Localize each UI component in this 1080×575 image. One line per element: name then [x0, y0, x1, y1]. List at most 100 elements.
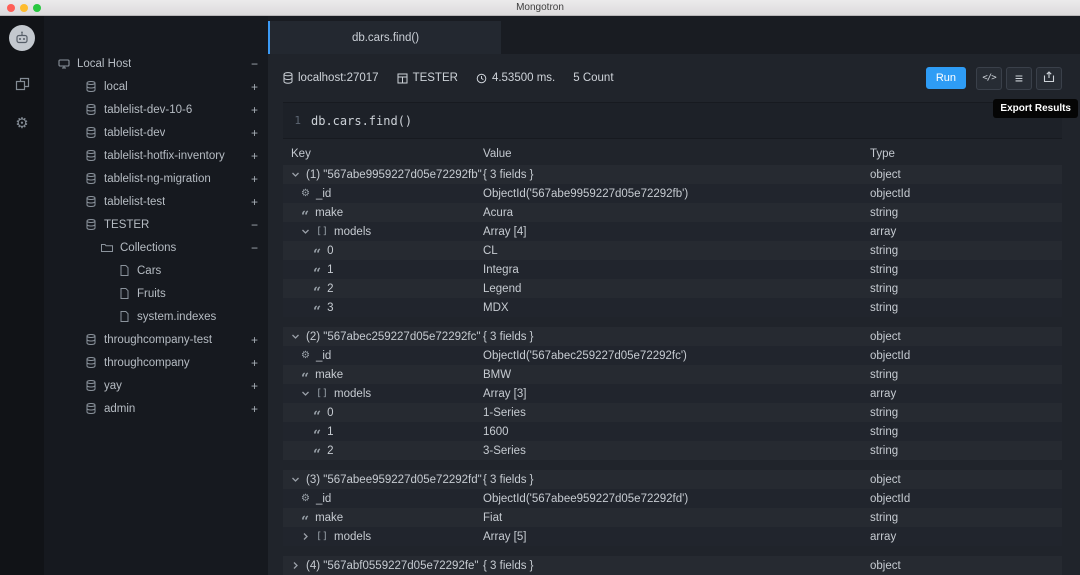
type-cell: objectId: [870, 349, 911, 362]
tree-item-collections[interactable]: Collections −: [44, 236, 268, 259]
database-icon: [84, 357, 98, 368]
result-row[interactable]: [] models Array [5] array: [283, 527, 1062, 546]
tree-item-system-indexes[interactable]: system.indexes: [44, 305, 268, 328]
key-text: _id: [315, 492, 332, 505]
expand-toggle[interactable]: +: [251, 333, 258, 347]
key-text: (3) "567abee959227d05e72292fd": [306, 473, 482, 486]
chevron-right-icon[interactable]: [301, 532, 310, 541]
quote-icon: “: [313, 446, 322, 457]
close-window-button[interactable]: [7, 3, 15, 12]
expand-toggle[interactable]: +: [251, 149, 258, 163]
tree-item-yay[interactable]: yay +: [44, 374, 268, 397]
expand-toggle[interactable]: +: [251, 379, 258, 393]
key-cell: ⚙ _id: [283, 350, 483, 362]
database-icon: [84, 403, 98, 414]
tree-item-throughcompany-test[interactable]: throughcompany-test +: [44, 328, 268, 351]
tree-item-tester[interactable]: TESTER −: [44, 213, 268, 236]
result-row[interactable]: “2 Legend string: [283, 279, 1062, 298]
expand-toggle[interactable]: +: [251, 103, 258, 117]
database-name: TESTER: [397, 72, 458, 84]
chevron-down-icon[interactable]: [301, 227, 310, 236]
value-cell: Acura: [483, 206, 514, 219]
tab-db-cars-find[interactable]: db.cars.find(): [268, 21, 501, 54]
expand-toggle[interactable]: +: [251, 356, 258, 370]
type-cell: string: [870, 511, 899, 524]
collapse-toggle[interactable]: −: [251, 241, 258, 255]
code-view-button[interactable]: </>: [976, 66, 1002, 90]
tree-item-tablelist-dev-10-6[interactable]: tablelist-dev-10-6 +: [44, 98, 268, 121]
result-row[interactable]: “2 3-Series string: [283, 441, 1062, 460]
table-icon: [397, 73, 408, 84]
document-group: (1) "567abe9959227d05e72292fb"{ 3 fields…: [283, 165, 1062, 317]
tree-item-label: throughcompany-test: [104, 333, 213, 346]
query-code: db.cars.find(): [311, 113, 413, 128]
tree-item-tablelist-dev[interactable]: tablelist-dev +: [44, 121, 268, 144]
expand-toggle[interactable]: +: [251, 172, 258, 186]
settings-gear-icon[interactable]: ⚙: [15, 116, 28, 131]
tree-item-tablelist-ng-migration[interactable]: tablelist-ng-migration +: [44, 167, 268, 190]
value-cell: CL: [483, 244, 498, 257]
collapse-toggle[interactable]: −: [251, 57, 258, 71]
connections-icon[interactable]: [15, 77, 30, 92]
result-row[interactable]: “1 1600 string: [283, 422, 1062, 441]
result-row[interactable]: “3 MDX string: [283, 298, 1062, 317]
quote-icon: “: [313, 284, 322, 295]
tree-item-cars[interactable]: Cars: [44, 259, 268, 282]
tree-item-throughcompany[interactable]: throughcompany +: [44, 351, 268, 374]
expand-toggle[interactable]: +: [251, 195, 258, 209]
value-cell: ObjectId('567abe9959227d05e72292fb'): [483, 187, 689, 200]
results-body: (1) "567abe9959227d05e72292fb"{ 3 fields…: [283, 165, 1062, 575]
type-cell: objectId: [870, 187, 911, 200]
key-text: make: [315, 206, 344, 219]
type-cell: object: [870, 559, 901, 572]
value-cell: BMW: [483, 368, 512, 381]
tree-item-label: tablelist-dev: [104, 126, 166, 139]
result-row[interactable]: ⚙ _id ObjectId('567abec259227d05e72292fc')…: [283, 346, 1062, 365]
key-text: 0: [327, 244, 334, 257]
chevron-down-icon[interactable]: [291, 332, 300, 341]
result-row[interactable]: “ make BMW string: [283, 365, 1062, 384]
tree-item-local-host[interactable]: Local Host −: [44, 52, 268, 75]
tree-item-tablelist-hotfix-inventory[interactable]: tablelist-hotfix-inventory +: [44, 144, 268, 167]
result-row[interactable]: “ make Fiat string: [283, 508, 1062, 527]
result-row[interactable]: [] models Array [4] array: [283, 222, 1062, 241]
result-row[interactable]: [] models Array [3] array: [283, 384, 1062, 403]
export-button[interactable]: [1036, 66, 1062, 90]
result-row[interactable]: (1) "567abe9959227d05e72292fb"{ 3 fields…: [283, 165, 1062, 184]
result-row[interactable]: (3) "567abee959227d05e72292fd"{ 3 fields…: [283, 470, 1062, 489]
result-row[interactable]: “ make Acura string: [283, 203, 1062, 222]
key-cell: “1: [283, 264, 483, 276]
chevron-down-icon[interactable]: [301, 389, 310, 398]
run-button[interactable]: Run: [925, 67, 966, 89]
list-view-button[interactable]: ≡: [1006, 66, 1032, 90]
result-row[interactable]: (2) "567abec259227d05e72292fc"{ 3 fields…: [283, 327, 1062, 346]
tree-item-label: tablelist-ng-migration: [104, 172, 211, 185]
minimize-window-button[interactable]: [20, 3, 28, 12]
tree-item-tablelist-test[interactable]: tablelist-test +: [44, 190, 268, 213]
result-row[interactable]: “1 Integra string: [283, 260, 1062, 279]
result-row[interactable]: “0 1-Series string: [283, 403, 1062, 422]
chevron-down-icon[interactable]: [291, 170, 300, 179]
tree-item-label: local: [104, 80, 128, 93]
tree-item-fruits[interactable]: Fruits: [44, 282, 268, 305]
chevron-right-icon[interactable]: [291, 561, 300, 570]
value-cell: 3-Series: [483, 444, 526, 457]
collapse-toggle[interactable]: −: [251, 218, 258, 232]
tree-item-local[interactable]: local +: [44, 75, 268, 98]
result-row[interactable]: ⚙ _id ObjectId('567abee959227d05e72292fd')…: [283, 489, 1062, 508]
expand-toggle[interactable]: +: [251, 402, 258, 416]
type-cell: string: [870, 425, 899, 438]
chevron-down-icon[interactable]: [291, 475, 300, 484]
window-controls: [7, 3, 41, 12]
zoom-window-button[interactable]: [33, 3, 41, 12]
expand-toggle[interactable]: +: [251, 126, 258, 140]
result-row[interactable]: (4) "567abf0559227d05e72292fe" { 3 fields…: [283, 556, 1062, 575]
result-row[interactable]: ⚙ _id ObjectId('567abe9959227d05e72292fb')…: [283, 184, 1062, 203]
type-cell: string: [870, 301, 899, 314]
query-info-bar: localhost:27017 TESTER 4.53500 ms. 5 Cou…: [268, 54, 1080, 102]
tree-item-label: Local Host: [77, 57, 132, 70]
expand-toggle[interactable]: +: [251, 80, 258, 94]
tree-item-admin[interactable]: admin +: [44, 397, 268, 420]
query-editor[interactable]: 1 db.cars.find(): [283, 102, 1062, 139]
result-row[interactable]: “0 CL string: [283, 241, 1062, 260]
